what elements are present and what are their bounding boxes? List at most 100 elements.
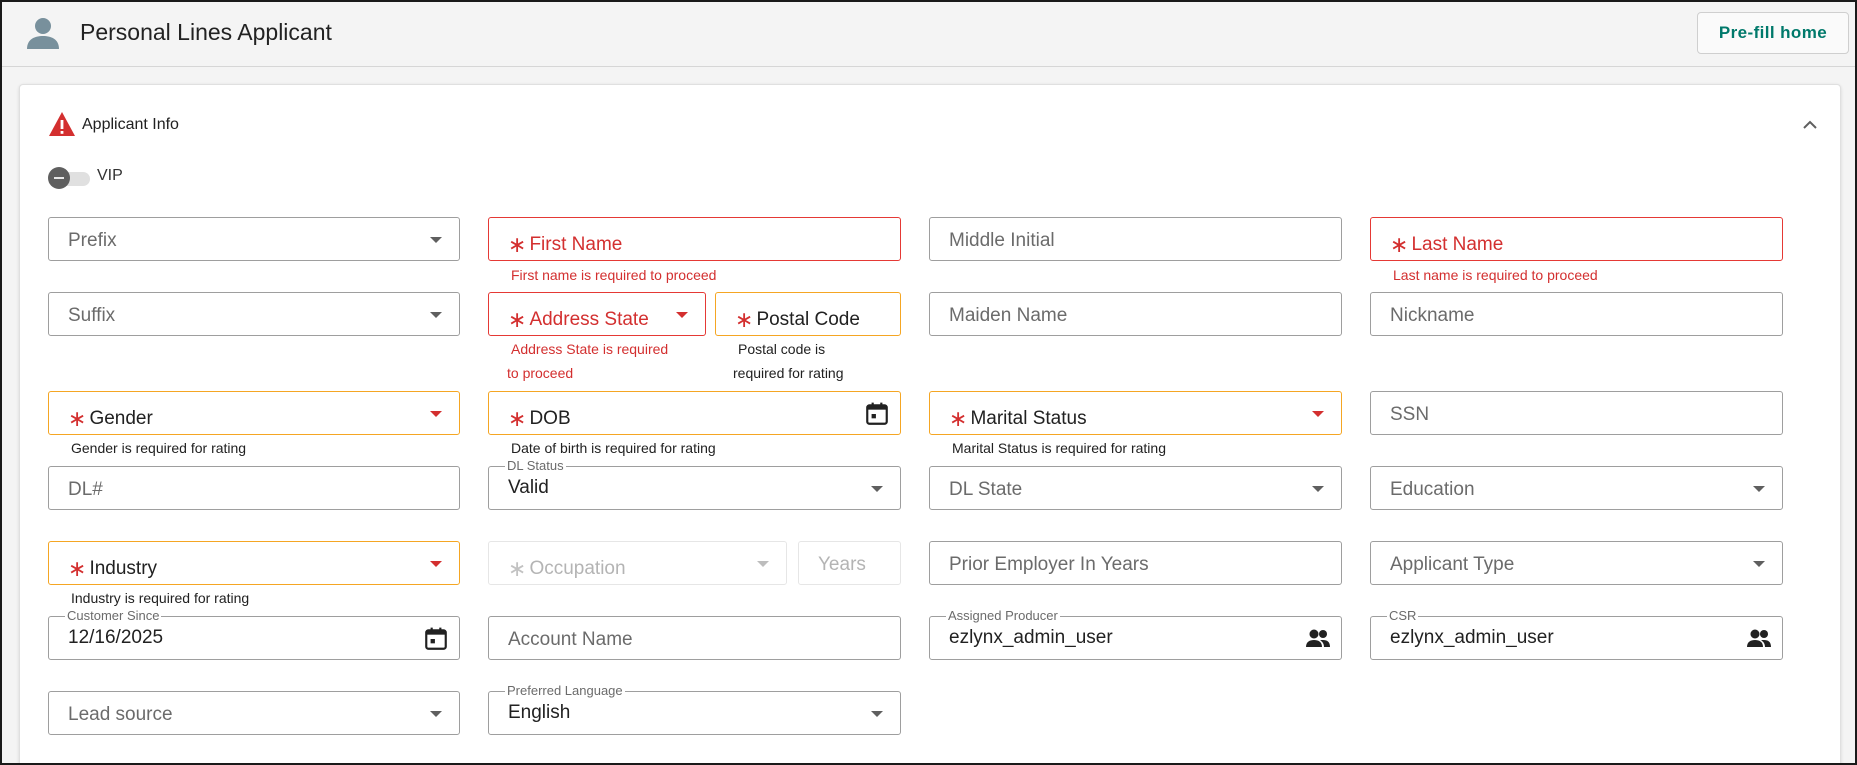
address-state-select[interactable]: ∗ Address State	[488, 292, 706, 336]
preferred-language-label: Preferred Language	[505, 683, 625, 699]
nickname-field[interactable]: Nickname	[1370, 292, 1783, 336]
required-marker: ∗	[68, 556, 87, 581]
marital-status-hint: Marital Status is required for rating	[952, 440, 1166, 456]
csr-field[interactable]: CSR ezlynx_admin_user	[1370, 608, 1783, 660]
chevron-down-icon	[430, 711, 442, 717]
address-state-error-line2: to proceed	[507, 365, 574, 381]
chevron-down-icon	[430, 312, 442, 318]
maiden-name-placeholder: Maiden Name	[949, 305, 1068, 326]
applicant-type-placeholder: Applicant Type	[1390, 554, 1515, 575]
people-icon[interactable]	[1746, 626, 1772, 652]
dl-status-select[interactable]: DL Status Valid	[488, 458, 901, 510]
chevron-down-icon	[430, 237, 442, 243]
chevron-down-icon	[676, 312, 688, 318]
suffix-placeholder: Suffix	[68, 305, 116, 326]
applicant-type-select[interactable]: Applicant Type	[1370, 541, 1783, 585]
maiden-name-field[interactable]: Maiden Name	[929, 292, 1342, 336]
prefill-home-button[interactable]: Pre-fill home	[1697, 12, 1849, 54]
page-header: Personal Lines Applicant Pre-fill home	[2, 2, 1855, 67]
industry-hint: Industry is required for rating	[71, 590, 250, 606]
marital-status-placeholder: Marital Status	[970, 408, 1087, 429]
vip-toggle[interactable]	[48, 165, 94, 191]
required-marker: ∗	[1390, 232, 1409, 257]
required-marker: ∗	[949, 406, 968, 431]
assigned-producer-field[interactable]: Assigned Producer ezlynx_admin_user	[929, 608, 1342, 660]
dob-hint: Date of birth is required for rating	[511, 440, 716, 456]
calendar-icon[interactable]	[423, 626, 449, 652]
applicant-info-section-header[interactable]: Applicant Info	[20, 85, 1840, 167]
chevron-down-icon	[1753, 561, 1765, 567]
prefix-select[interactable]: Prefix	[48, 217, 460, 261]
chevron-down-icon	[871, 486, 883, 492]
customer-since-value: 12/16/2025	[68, 627, 164, 648]
vip-toggle-thumb	[48, 167, 70, 189]
chevron-up-icon[interactable]	[1798, 113, 1822, 137]
calendar-icon[interactable]	[864, 401, 890, 427]
middle-initial-field[interactable]: Middle Initial	[929, 217, 1342, 261]
person-icon	[27, 18, 59, 49]
postal-code-field[interactable]: ∗ Postal Code	[715, 292, 901, 336]
prefix-placeholder: Prefix	[68, 230, 117, 251]
app-window: Personal Lines Applicant Pre-fill home A…	[0, 0, 1857, 765]
required-marker: ∗	[735, 307, 754, 332]
dl-status-value: Valid	[508, 477, 549, 498]
education-select[interactable]: Education	[1370, 466, 1783, 510]
gender-placeholder: Gender	[89, 408, 153, 429]
dl-state-select[interactable]: DL State	[929, 466, 1342, 510]
lead-source-select[interactable]: Lead source	[48, 691, 460, 735]
address-state-error-line1: Address State is required	[511, 341, 669, 357]
lead-source-placeholder: Lead source	[68, 704, 173, 725]
ssn-field[interactable]: SSN	[1370, 391, 1783, 435]
required-marker: ∗	[68, 406, 87, 431]
dob-field[interactable]: ∗ DOB	[488, 391, 901, 435]
chevron-down-icon	[1312, 486, 1324, 492]
chevron-down-icon	[1753, 486, 1765, 492]
postal-code-hint-line2: required for rating	[733, 365, 844, 381]
industry-select[interactable]: ∗ Industry	[48, 541, 460, 585]
address-state-placeholder: Address State	[529, 309, 649, 330]
people-icon[interactable]	[1305, 626, 1331, 652]
industry-placeholder: Industry	[89, 558, 158, 579]
prior-employer-field[interactable]: Prior Employer In Years	[929, 541, 1342, 585]
required-marker: ∗	[508, 232, 527, 257]
csr-value: ezlynx_admin_user	[1390, 627, 1554, 648]
vip-label: VIP	[97, 167, 123, 184]
years-placeholder: Years	[818, 554, 866, 575]
dl-state-placeholder: DL State	[949, 479, 1023, 500]
last-name-field[interactable]: ∗ Last Name	[1370, 217, 1783, 261]
nickname-placeholder: Nickname	[1390, 305, 1475, 326]
first-name-field[interactable]: ∗ First Name	[488, 217, 901, 261]
preferred-language-select[interactable]: Preferred Language English	[488, 683, 901, 735]
customer-since-label: Customer Since	[65, 608, 162, 624]
assigned-producer-value: ezlynx_admin_user	[949, 627, 1113, 648]
required-marker: ∗	[508, 556, 527, 581]
preferred-language-value: English	[508, 702, 571, 723]
last-name-error: Last name is required to proceed	[1393, 267, 1598, 283]
suffix-select[interactable]: Suffix	[48, 292, 460, 336]
warning-icon	[49, 112, 75, 136]
customer-since-field[interactable]: Customer Since 12/16/2025	[48, 608, 460, 660]
occupation-select[interactable]: ∗ Occupation	[488, 541, 787, 585]
chevron-down-icon	[1312, 411, 1324, 417]
postal-code-placeholder: Postal Code	[756, 309, 860, 330]
first-name-placeholder: First Name	[529, 234, 623, 255]
marital-status-select[interactable]: ∗ Marital Status	[929, 391, 1342, 435]
csr-label: CSR	[1387, 608, 1419, 624]
page-title: Personal Lines Applicant	[80, 19, 332, 45]
gender-select[interactable]: ∗ Gender	[48, 391, 460, 435]
account-name-placeholder: Account Name	[508, 629, 633, 650]
chevron-down-icon	[430, 561, 442, 567]
middle-initial-placeholder: Middle Initial	[949, 230, 1055, 251]
required-marker: ∗	[508, 406, 527, 431]
postal-code-hint-line1: Postal code is	[738, 341, 826, 357]
years-field[interactable]: Years	[798, 541, 901, 585]
chevron-down-icon	[757, 561, 769, 567]
account-name-field[interactable]: Account Name	[488, 616, 901, 660]
dl-number-field[interactable]: DL#	[48, 466, 460, 510]
last-name-placeholder: Last Name	[1411, 234, 1504, 255]
dob-placeholder: DOB	[529, 408, 571, 429]
occupation-placeholder: Occupation	[529, 558, 626, 579]
ssn-placeholder: SSN	[1390, 404, 1430, 425]
applicant-info-card: Applicant Info VIP Prefix ∗ First Name Fi…	[19, 84, 1841, 763]
dl-number-placeholder: DL#	[68, 479, 103, 500]
